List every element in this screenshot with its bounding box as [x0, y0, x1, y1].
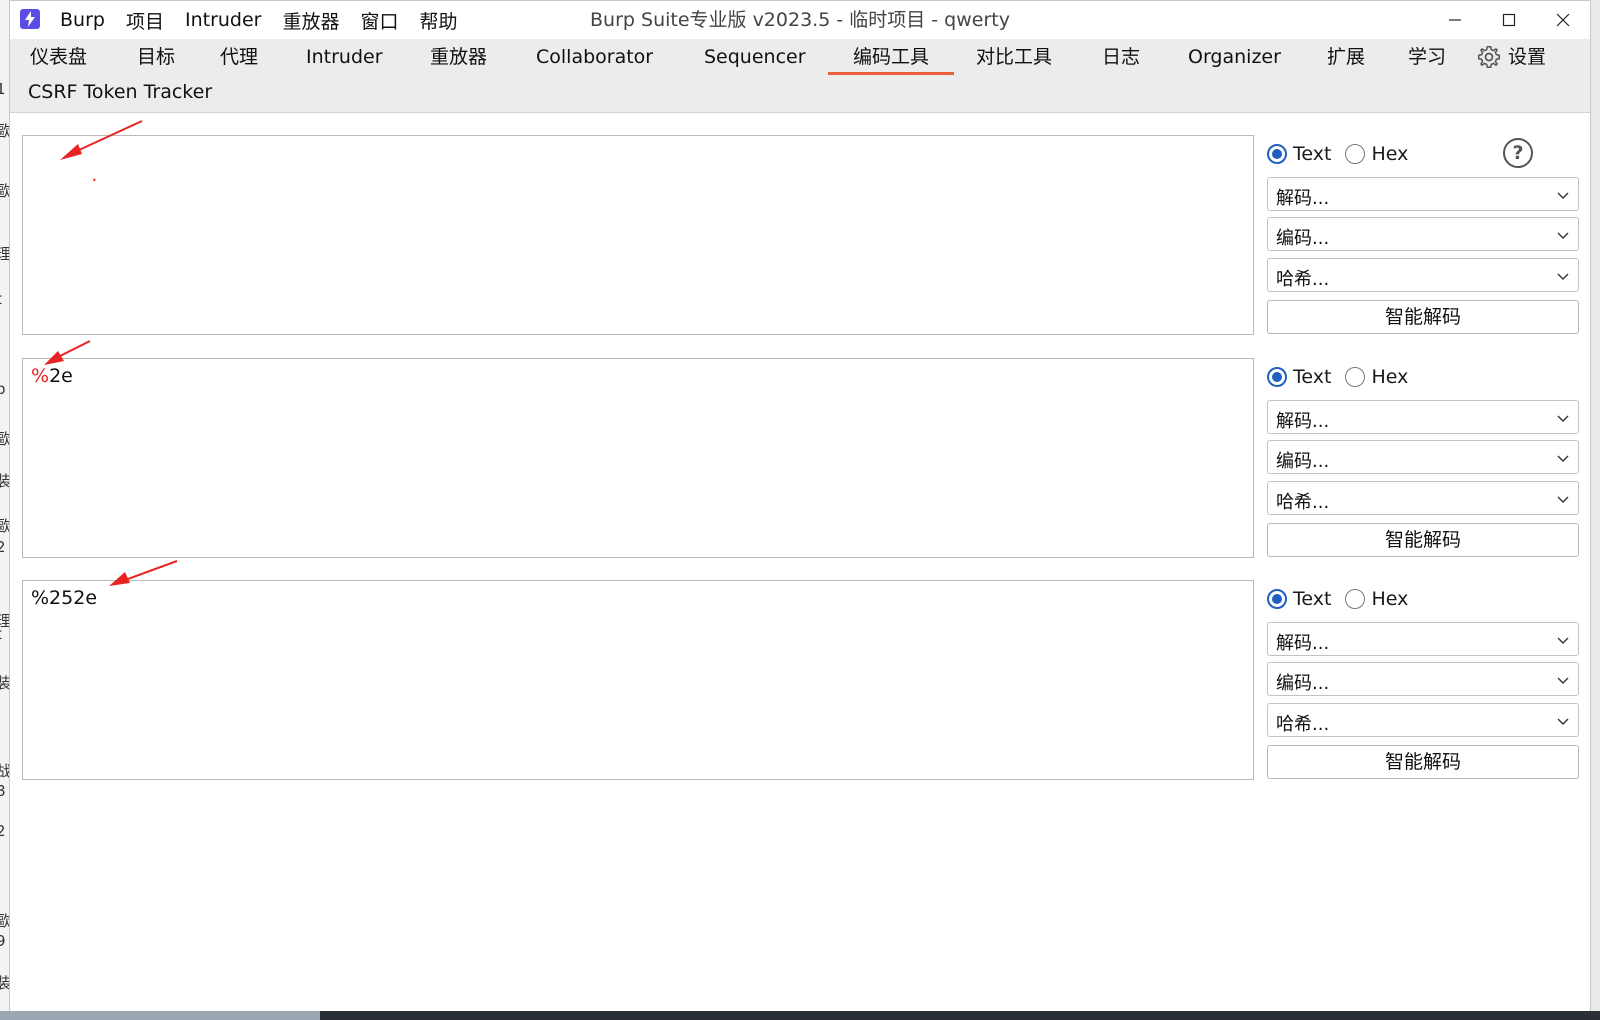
format-radio-group-2: Text Hex: [1267, 364, 1422, 390]
menu-project[interactable]: 项目: [126, 7, 164, 34]
window-controls: [1428, 1, 1590, 39]
burp-lightning-icon: [20, 9, 40, 29]
main-tab-bar: 仪表盘 目标 代理 Intruder 重放器 Collaborator Sequ…: [10, 39, 1590, 113]
hash-select-label: 哈希...: [1276, 492, 1330, 513]
hash-select-1[interactable]: 哈希...: [1267, 258, 1579, 292]
hash-select-2[interactable]: 哈希...: [1267, 481, 1579, 515]
menu-burp[interactable]: Burp: [60, 9, 105, 31]
encode-select-label: 编码...: [1276, 673, 1330, 694]
decoder-panel-3: %252e Text Hex 解码... 编码... 哈希... 智能解码: [22, 580, 1579, 782]
burp-window: Burp 项目 Intruder 重放器 窗口 帮助 Burp Suite专业版…: [9, 0, 1591, 1012]
tab-organizer[interactable]: Organizer: [1188, 39, 1281, 75]
tab-comparer[interactable]: 对比工具: [976, 39, 1052, 75]
background-window-edge: 1 歐 歐 理 t b 歐 装 歐 2 理 t 装 战 8 2 歐 9 装: [0, 0, 9, 1020]
decoder-input-1[interactable]: .: [22, 135, 1254, 335]
tab-settings-label: 设置: [1508, 46, 1547, 68]
decode-select-label: 解码...: [1276, 188, 1330, 209]
radio-text-1[interactable]: [1267, 144, 1287, 164]
hash-select-label: 哈希...: [1276, 714, 1330, 735]
maximize-button[interactable]: [1482, 1, 1536, 39]
encode-select-2[interactable]: 编码...: [1267, 440, 1579, 474]
smart-decode-button-1[interactable]: 智能解码: [1267, 300, 1579, 334]
chevron-down-icon: [1557, 232, 1569, 239]
decode-select-label: 解码...: [1276, 633, 1330, 654]
radio-text-label-2: Text: [1293, 366, 1332, 388]
radio-hex-3[interactable]: [1345, 589, 1366, 609]
radio-text-label-1: Text: [1293, 143, 1332, 165]
radio-hex-label-2: Hex: [1371, 366, 1409, 388]
decoder-input-3[interactable]: %252e: [22, 580, 1254, 780]
decode-select-1[interactable]: 解码...: [1267, 177, 1579, 211]
chevron-down-icon: [1557, 677, 1569, 684]
menu-help[interactable]: 帮助: [420, 7, 458, 34]
chevron-down-icon: [1557, 637, 1569, 644]
format-radio-group-1: Text Hex: [1267, 141, 1422, 167]
tab-intruder[interactable]: Intruder: [306, 39, 383, 75]
chevron-down-icon: [1557, 496, 1569, 503]
tab-settings[interactable]: 设置: [1476, 39, 1546, 75]
decoder-input-2[interactable]: %2e: [22, 358, 1254, 558]
hash-select-label: 哈希...: [1276, 269, 1330, 290]
radio-hex-label-3: Hex: [1371, 588, 1409, 610]
annotation-arrow-3: [109, 560, 178, 586]
menu-repeater[interactable]: 重放器: [282, 7, 339, 34]
decoder-controls-2: Text Hex 解码... 编码... 哈希... 智能解码: [1267, 358, 1579, 560]
tab-logger[interactable]: 日志: [1102, 39, 1140, 75]
tab-dashboard[interactable]: 仪表盘: [30, 39, 87, 75]
decoder-controls-3: Text Hex 解码... 编码... 哈希... 智能解码: [1267, 580, 1579, 782]
annotation-arrow-1: [60, 120, 143, 160]
radio-hex-2[interactable]: [1345, 367, 1366, 387]
background-window-right-edge: [1591, 0, 1600, 1011]
chevron-down-icon: [1557, 192, 1569, 199]
radio-text-2[interactable]: [1267, 367, 1287, 387]
encode-select-label: 编码...: [1276, 451, 1330, 472]
decode-select-2[interactable]: 解码...: [1267, 400, 1579, 434]
decoder-panel-1: . Text Hex ? 解码... 编码... 哈希... 智能解码: [22, 135, 1579, 337]
tab-sequencer[interactable]: Sequencer: [704, 39, 806, 75]
tab-extensions[interactable]: 扩展: [1327, 39, 1365, 75]
encode-select-1[interactable]: 编码...: [1267, 217, 1579, 251]
radio-hex-label-1: Hex: [1371, 143, 1409, 165]
close-icon: [1556, 13, 1570, 27]
title-bar: Burp 项目 Intruder 重放器 窗口 帮助 Burp Suite专业版…: [10, 1, 1590, 39]
decoder-panel-2: %2e Text Hex 解码... 编码... 哈希... 智能解码: [22, 358, 1579, 560]
smart-decode-button-2[interactable]: 智能解码: [1267, 523, 1579, 557]
decode-select-3[interactable]: 解码...: [1267, 622, 1579, 656]
gear-icon: [1477, 45, 1501, 69]
minimize-icon: [1449, 19, 1461, 21]
radio-text-label-3: Text: [1293, 588, 1332, 610]
tab-target[interactable]: 目标: [137, 39, 175, 75]
tab-collaborator[interactable]: Collaborator: [536, 39, 653, 75]
decoder-controls-1: Text Hex ? 解码... 编码... 哈希... 智能解码: [1267, 135, 1579, 337]
close-button[interactable]: [1536, 1, 1590, 39]
radio-hex-1[interactable]: [1345, 144, 1366, 164]
smart-decode-button-3[interactable]: 智能解码: [1267, 745, 1579, 779]
annotation-arrow-2: [44, 340, 91, 365]
tab-repeater[interactable]: 重放器: [430, 39, 487, 75]
minimize-button[interactable]: [1428, 1, 1482, 39]
encode-select-3[interactable]: 编码...: [1267, 662, 1579, 696]
tab-csrf-token-tracker[interactable]: CSRF Token Tracker: [28, 74, 212, 110]
decode-select-label: 解码...: [1276, 411, 1330, 432]
menu-window[interactable]: 窗口: [361, 7, 399, 34]
format-radio-group-3: Text Hex: [1267, 586, 1422, 612]
menu-intruder[interactable]: Intruder: [185, 9, 262, 31]
chevron-down-icon: [1557, 718, 1569, 725]
decoder-content: . Text Hex ? 解码... 编码... 哈希... 智能解码 %2e …: [10, 113, 1590, 1012]
decoder-input-3-text: %252e: [31, 587, 98, 609]
background-window-bottom-edge: [0, 1011, 1600, 1020]
help-circle-icon[interactable]: ?: [1503, 138, 1533, 168]
maximize-icon: [1502, 13, 1516, 27]
menu-bar: Burp 项目 Intruder 重放器 窗口 帮助: [60, 1, 479, 39]
hash-select-3[interactable]: 哈希...: [1267, 703, 1579, 737]
tab-proxy[interactable]: 代理: [220, 39, 258, 75]
chevron-down-icon: [1557, 415, 1569, 422]
radio-text-3[interactable]: [1267, 589, 1287, 609]
tab-learn[interactable]: 学习: [1408, 39, 1446, 75]
chevron-down-icon: [1557, 273, 1569, 280]
tab-decoder[interactable]: 编码工具: [828, 39, 954, 75]
chevron-down-icon: [1557, 455, 1569, 462]
encode-select-label: 编码...: [1276, 228, 1330, 249]
